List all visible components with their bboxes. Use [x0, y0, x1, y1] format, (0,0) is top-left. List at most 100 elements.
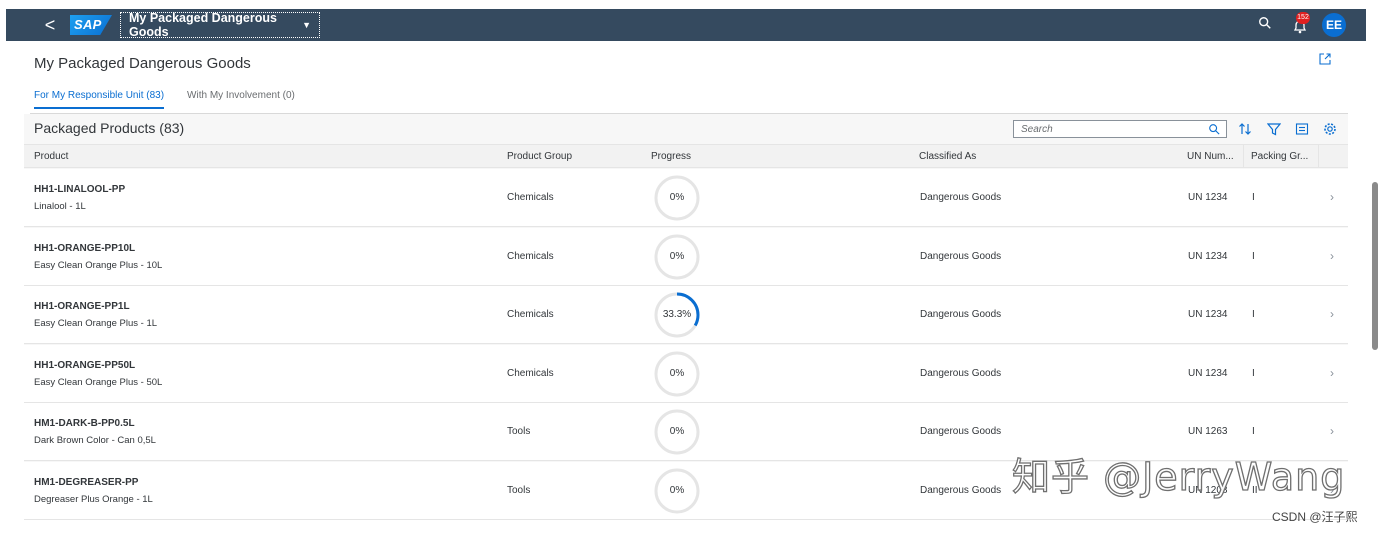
gear-icon[interactable] [1323, 122, 1337, 136]
column-header-product-group[interactable]: Product Group [507, 151, 572, 162]
classified-as-cell: Dangerous Goods [920, 192, 1002, 203]
column-header-classified-as[interactable]: Classified As [919, 151, 976, 162]
tab-bar: For My Responsible Unit (83) With My Inv… [34, 90, 318, 109]
search-icon [1259, 17, 1271, 29]
chevron-right-icon[interactable]: › [1330, 307, 1334, 321]
chevron-left-icon: < [44, 15, 56, 35]
progress-indicator: 33.3% [652, 290, 702, 340]
back-button[interactable]: < [36, 9, 64, 41]
classified-as-cell: Dangerous Goods [920, 250, 1002, 262]
chevron-right-icon[interactable]: › [1330, 190, 1334, 204]
product-group-cell: Chemicals [507, 250, 554, 262]
column-separator [1318, 144, 1319, 168]
packing-group-cell: I [1252, 367, 1255, 379]
shell-bar: < SAP My Packaged Dangerous Goods ▼ 152 … [6, 9, 1366, 41]
shell-search-button[interactable] [1258, 16, 1276, 34]
product-id: HH1-ORANGE-PP1L [34, 301, 130, 312]
packing-group-cell: I [1252, 192, 1255, 203]
product-name: Easy Clean Orange Plus - 10L [34, 259, 163, 271]
export-icon[interactable] [1318, 52, 1332, 66]
tab-responsible-unit[interactable]: For My Responsible Unit (83) [34, 90, 165, 109]
product-name: Degreaser Plus Orange - 1L [34, 493, 153, 505]
table-header: Product Product Group Progress Classifie… [24, 144, 1348, 168]
progress-label: 33.3% [662, 309, 692, 320]
progress-indicator: 0% [652, 466, 702, 516]
scrollbar-thumb[interactable] [1372, 182, 1378, 350]
product-group-cell: Tools [507, 484, 531, 496]
sap-logo[interactable]: SAP [70, 15, 112, 35]
chevron-right-icon[interactable]: › [1330, 424, 1334, 438]
credit-text: CSDN @汪子熙 [1272, 510, 1358, 524]
group-icon[interactable] [1295, 122, 1309, 136]
classified-as-cell: Dangerous Goods [920, 367, 1002, 379]
product-id: HH1-ORANGE-PP10L [34, 242, 136, 254]
column-header-progress[interactable]: Progress [651, 151, 691, 162]
search-placeholder: Search [1021, 123, 1053, 135]
watermark: 知乎 @JerryWang [1011, 454, 1346, 499]
column-header-product[interactable]: Product [34, 151, 68, 162]
un-number-cell: UN 1234 [1188, 250, 1228, 262]
progress-indicator: 0% [652, 349, 702, 399]
progress-label: 0% [669, 426, 685, 437]
classified-as-cell: Dangerous Goods [920, 426, 1002, 437]
product-cell: HM1-DEGREASER-PP Degreaser Plus Orange - … [34, 477, 153, 505]
un-number-cell: UN 1263 [1188, 426, 1228, 437]
notification-badge: 152 [1296, 12, 1310, 24]
product-cell: HH1-ORANGE-PP50L Easy Clean Orange Plus -… [34, 360, 162, 388]
un-number-cell: UN 1234 [1188, 367, 1228, 379]
app-title-menu[interactable]: My Packaged Dangerous Goods ▼ [120, 11, 320, 39]
table-row[interactable]: HH1-ORANGE-PP50L Easy Clean Orange Plus -… [24, 344, 1348, 403]
product-group-cell: Chemicals [507, 192, 554, 203]
classified-as-cell: Dangerous Goods [920, 309, 1002, 320]
progress-indicator: 0% [652, 407, 702, 457]
product-name: Easy Clean Orange Plus - 1L [34, 318, 158, 329]
chevron-right-icon[interactable]: › [1330, 366, 1334, 380]
progress-label: 0% [669, 484, 685, 496]
column-separator [1243, 144, 1244, 168]
product-name: Easy Clean Orange Plus - 50L [34, 376, 163, 388]
product-cell: HH1-ORANGE-PP1L Easy Clean Orange Plus - … [34, 301, 157, 329]
packing-group-cell: I [1252, 426, 1255, 437]
product-cell: HH1-LINALOOL-PP Linalool - 1L [34, 184, 125, 212]
search-icon[interactable] [1208, 123, 1220, 135]
tab-involvement[interactable]: With My Involvement (0) [187, 90, 295, 109]
product-name: Linalool - 1L [34, 201, 86, 212]
product-id: HH1-ORANGE-PP50L [34, 359, 136, 371]
packing-group-cell: I [1252, 250, 1255, 262]
progress-label: 0% [669, 250, 685, 262]
notifications-button[interactable]: 152 [1292, 12, 1312, 35]
progress-label: 0% [669, 367, 685, 379]
progress-label: 0% [669, 192, 685, 203]
product-id: HM1-DEGREASER-PP [34, 476, 139, 488]
avatar[interactable]: EE [1322, 13, 1346, 37]
un-number-cell: UN 1234 [1188, 309, 1228, 320]
shell-actions: 152 EE [1258, 12, 1366, 37]
table-toolbar: Packaged Products (83) Search [24, 114, 1348, 144]
product-id: HM1-DARK-B-PP0.5L [34, 418, 135, 429]
sort-icon[interactable] [1238, 122, 1252, 136]
column-header-packing-group[interactable]: Packing Gr... [1251, 151, 1308, 162]
product-id: HH1-LINALOOL-PP [34, 184, 126, 195]
product-cell: HM1-DARK-B-PP0.5L Dark Brown Color - Can … [34, 418, 156, 446]
filter-icon[interactable] [1267, 122, 1281, 136]
table-title: Packaged Products (83) [34, 120, 185, 136]
product-group-cell: Chemicals [507, 367, 554, 379]
table-row[interactable]: HH1-LINALOOL-PP Linalool - 1L Chemicals 0% D… [24, 169, 1348, 227]
search-input[interactable]: Search [1013, 120, 1227, 138]
progress-indicator: 0% [652, 173, 702, 223]
table-row[interactable]: HH1-ORANGE-PP10L Easy Clean Orange Plus -… [24, 227, 1348, 286]
packing-group-cell: I [1252, 309, 1255, 320]
chevron-right-icon[interactable]: › [1330, 249, 1334, 263]
product-cell: HH1-ORANGE-PP10L Easy Clean Orange Plus -… [34, 243, 162, 271]
page-title: My Packaged Dangerous Goods [34, 55, 251, 72]
column-header-un-number[interactable]: UN Num... [1187, 151, 1234, 162]
product-group-cell: Tools [507, 426, 531, 437]
classified-as-cell: Dangerous Goods [920, 484, 1002, 496]
product-name: Dark Brown Color - Can 0,5L [34, 435, 156, 446]
app-title: My Packaged Dangerous Goods [129, 11, 277, 39]
product-group-cell: Chemicals [507, 309, 554, 320]
table-row[interactable]: HH1-ORANGE-PP1L Easy Clean Orange Plus - … [24, 286, 1348, 344]
caret-down-icon: ▼ [302, 20, 311, 30]
un-number-cell: UN 1234 [1188, 192, 1228, 203]
progress-indicator: 0% [652, 232, 702, 282]
